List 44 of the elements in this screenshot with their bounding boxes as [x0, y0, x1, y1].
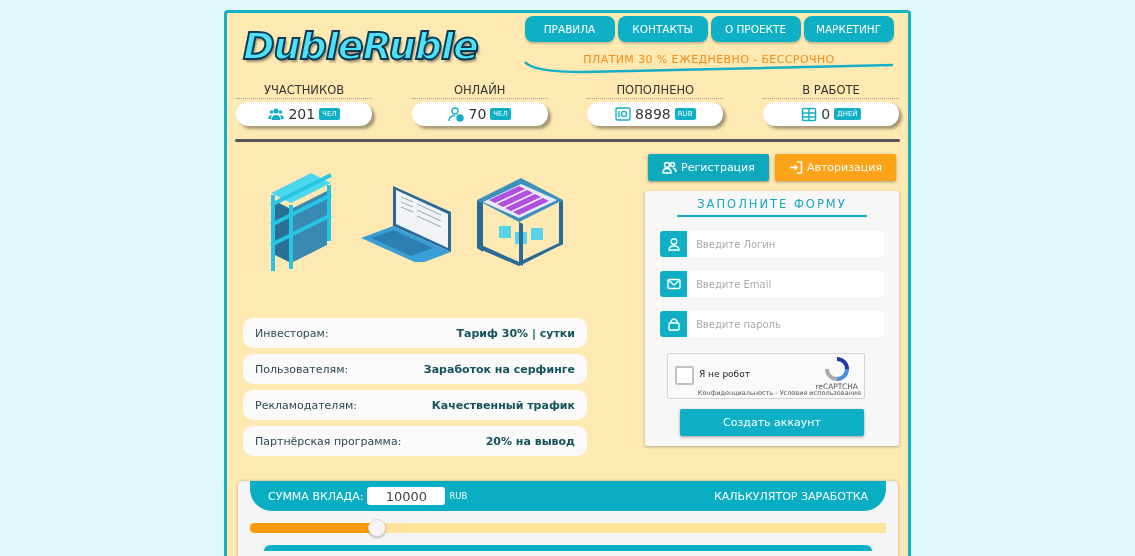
amount-label: СУММА ВКЛАДА:	[268, 489, 364, 503]
info-value: Качественный трафик	[431, 398, 575, 412]
slider-thumb[interactable]	[368, 519, 387, 537]
info-value: Заработок на серфинге	[423, 362, 575, 376]
info-value: Тариф 30% | сутки	[456, 326, 575, 340]
calculator-title: КАЛЬКУЛЯТОР ЗАРАБОТКА	[713, 489, 868, 503]
stat-value: 70	[468, 106, 487, 122]
sign-in-icon	[788, 161, 803, 174]
input-field[interactable]: Введите Логин	[687, 231, 884, 257]
nav-button[interactable]: КОНТАКТЫ	[617, 16, 708, 42]
nav-button[interactable]: ПРАВИЛА	[524, 16, 615, 42]
stat-label: В РАБОТЕ	[762, 83, 899, 99]
stat-value: 8898	[635, 106, 671, 122]
nav-button[interactable]: О ПРОЕКТЕ	[710, 16, 801, 42]
input-field[interactable]: Введите Email	[687, 271, 884, 297]
form-title: ЗАПОЛНИТЕ ФОРМУ	[677, 197, 867, 217]
info-label: Рекламодателям:	[255, 398, 358, 412]
refresh-arrows-icon	[823, 356, 850, 382]
stat-label: ОНЛАЙН	[411, 83, 548, 99]
info-label: Инвесторам:	[255, 326, 329, 340]
checkbox[interactable]	[675, 366, 694, 385]
calendar-icon	[801, 106, 818, 122]
envelope-icon	[666, 277, 681, 291]
lock-icon	[666, 317, 681, 331]
login-tab[interactable]: Авторизация	[775, 154, 896, 181]
stat-label: ПОПОЛНЕНО	[587, 83, 724, 99]
captcha-label: Я не робот	[699, 369, 750, 379]
slogan: ПЛАТИМ 30 % ЕЖЕДНЕВНО - БЕССРОЧНО	[583, 53, 835, 66]
stat-value: 201	[288, 106, 316, 122]
user-icon	[666, 237, 681, 251]
info-label: Пользователям:	[255, 362, 349, 376]
info-value: 20% на вывод	[485, 434, 575, 448]
nav-button[interactable]: МАРКЕТИНГ	[803, 16, 894, 42]
users-icon	[268, 106, 285, 122]
currency-label: RUB	[449, 491, 468, 501]
info-label: Партнёрская программа:	[255, 434, 402, 448]
input-field[interactable]: Введите пароль	[687, 311, 884, 337]
create-account-button[interactable]: Создать аккаунт	[680, 409, 864, 436]
stat-label: УЧАСТНИКОВ	[236, 83, 372, 99]
users-icon	[662, 161, 678, 174]
amount-field[interactable]: 10000	[367, 487, 446, 505]
register-tab[interactable]: Регистрация	[648, 154, 769, 181]
safe-icon	[615, 106, 632, 122]
stat-value: 0	[821, 106, 831, 122]
